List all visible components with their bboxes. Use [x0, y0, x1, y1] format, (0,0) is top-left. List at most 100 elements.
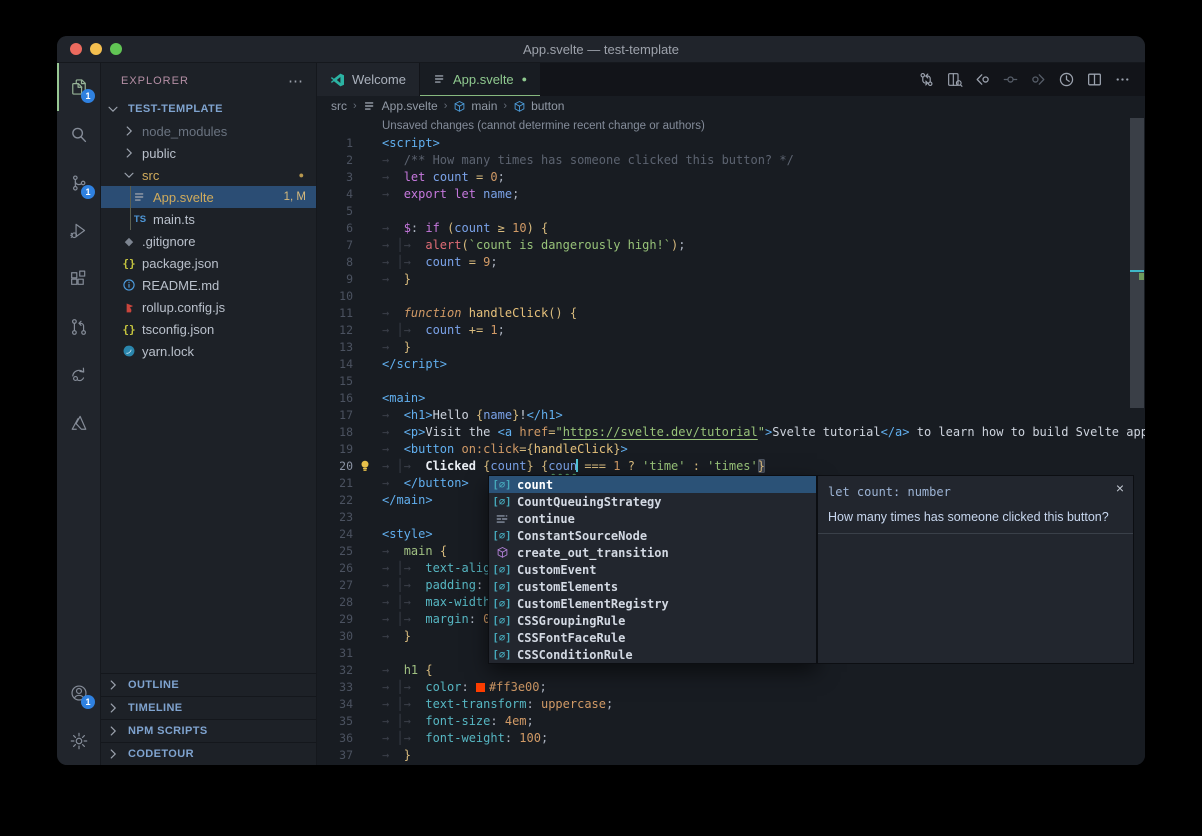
modified-dot-badge: ● [299, 170, 304, 180]
code-line[interactable]: 11→ function handleClick() { [317, 305, 1145, 322]
tree-item-public[interactable]: public [101, 142, 316, 164]
tab-app-svelte[interactable]: App.svelte● [420, 63, 540, 96]
suggest-item-customelements[interactable]: [∅]customElements [489, 578, 816, 595]
more-actions-icon[interactable]: ⋯ [288, 72, 304, 90]
line-number: 26 [317, 560, 353, 577]
zoom-window-button[interactable] [110, 43, 122, 55]
code-line[interactable]: 7→ │→ alert(`count is dangerously high!`… [317, 237, 1145, 254]
code-line[interactable]: 16<main> [317, 390, 1145, 407]
traffic-lights [70, 43, 122, 55]
activity-item-accounts[interactable]: 1 [57, 669, 100, 717]
tree-item-rollup-config-js[interactable]: rollup.config.js [101, 296, 316, 318]
code-text: → } [353, 747, 411, 764]
close-window-button[interactable] [70, 43, 82, 55]
file-lines-icon [433, 72, 447, 86]
tab-welcome[interactable]: Welcome [317, 63, 420, 96]
code-line[interactable]: 10 [317, 288, 1145, 305]
navigate-back-icon[interactable] [970, 67, 995, 92]
lightbulb-icon[interactable] [358, 459, 373, 474]
suggest-item-cssgroupingrule[interactable]: [∅]CSSGroupingRule [489, 612, 816, 629]
project-root-row[interactable]: TEST-TEMPLATE [101, 98, 316, 120]
tree-item-node-modules[interactable]: node_modules [101, 120, 316, 142]
code-line[interactable]: 33→ │→ color: #ff3e00; [317, 679, 1145, 696]
sidebar-section-codetour[interactable]: CODETOUR [101, 742, 316, 765]
code-line[interactable]: 4→ export let name; [317, 186, 1145, 203]
suggest-item-customelementregistry[interactable]: [∅]CustomElementRegistry [489, 595, 816, 612]
code-line[interactable]: 12→ │→ count += 1; [317, 322, 1145, 339]
variable-icon: [∅] [492, 632, 512, 644]
code-line[interactable]: 18→ <p>Visit the <a href="https://svelte… [317, 424, 1145, 441]
code-line[interactable]: 8→ │→ count = 9; [317, 254, 1145, 271]
tree-item-readme-md[interactable]: README.md [101, 274, 316, 296]
title-bar[interactable]: App.svelte — test-template [57, 36, 1145, 63]
code-line[interactable]: 14</script> [317, 356, 1145, 373]
code-line[interactable]: 32→ h1 { [317, 662, 1145, 679]
code-line[interactable]: 17→ <h1>Hello {name}!</h1> [317, 407, 1145, 424]
sidebar-spacer [101, 362, 316, 673]
activity-item-github-pull-request[interactable] [57, 303, 100, 351]
tree-item-package-json[interactable]: {}package.json [101, 252, 316, 274]
breadcrumb-item-app-svelte[interactable]: App.svelte [363, 99, 438, 113]
tree-item-app-svelte[interactable]: App.svelte1, M [101, 186, 316, 208]
code-line[interactable]: 34→ │→ text-transform: uppercase; [317, 696, 1145, 713]
activity-item-live-share[interactable] [57, 351, 100, 399]
split-editor-icon[interactable] [1082, 67, 1107, 92]
suggest-item-customevent[interactable]: [∅]CustomEvent [489, 561, 816, 578]
tree-item-main-ts[interactable]: TSmain.ts [101, 208, 316, 230]
tree-item-tsconfig-json[interactable]: {}tsconfig.json [101, 318, 316, 340]
sidebar-section-npm-scripts[interactable]: NPM SCRIPTS [101, 719, 316, 742]
code-line[interactable]: 3→ let count = 0; [317, 169, 1145, 186]
code-line[interactable]: 35→ │→ font-size: 4em; [317, 713, 1145, 730]
code-line[interactable]: 9→ } [317, 271, 1145, 288]
activity-item-explorer[interactable]: 1 [57, 63, 100, 111]
suggest-item-countqueuingstrategy[interactable]: [∅]CountQueuingStrategy [489, 493, 816, 510]
tree-item-label: package.json [142, 256, 219, 271]
close-icon[interactable]: × [1116, 481, 1124, 495]
more-actions-icon[interactable] [1110, 67, 1135, 92]
code-text: → <h1>Hello {name}!</h1> [353, 407, 563, 424]
breadcrumb-item-src[interactable]: src [331, 99, 347, 113]
tree-item-src[interactable]: src● [101, 164, 316, 186]
run-or-debug-icon[interactable] [1054, 67, 1079, 92]
open-changes-icon[interactable] [942, 67, 967, 92]
chevron-right-icon [121, 123, 137, 139]
code-line[interactable]: 20→ │→ Clicked {count} {coun === 1 ? 'ti… [317, 458, 1145, 475]
activity-item-search[interactable] [57, 111, 100, 159]
navigate-previous-icon[interactable] [998, 67, 1023, 92]
code-line[interactable]: 19→ <button on:click={handleClick}> [317, 441, 1145, 458]
tree-item--gitignore[interactable]: ◆.gitignore [101, 230, 316, 252]
variable-icon: [∅] [492, 615, 512, 627]
gitlens-annotation-line[interactable]: Unsaved changes (cannot determine recent… [317, 118, 1145, 135]
editor-content[interactable]: Unsaved changes (cannot determine recent… [317, 116, 1145, 765]
suggest-item-cssconditionrule[interactable]: [∅]CSSConditionRule [489, 646, 816, 663]
sidebar-section-timeline[interactable]: TIMELINE [101, 696, 316, 719]
code-line[interactable]: 6→ $: if (count ≥ 10) { [317, 220, 1145, 237]
activity-item-extensions[interactable] [57, 255, 100, 303]
navigate-forward-icon[interactable] [1026, 67, 1051, 92]
scrollbar-thumb[interactable] [1130, 118, 1144, 408]
sidebar-section-outline[interactable]: OUTLINE [101, 673, 316, 696]
git-compare-icon[interactable] [914, 67, 939, 92]
code-line[interactable]: 36→ │→ font-weight: 100; [317, 730, 1145, 747]
suggest-item-create-out-transition[interactable]: create_out_transition [489, 544, 816, 561]
breadcrumb-item-button[interactable]: button [513, 99, 564, 113]
suggest-item-cssfontfacerule[interactable]: [∅]CSSFontFaceRule [489, 629, 816, 646]
activity-item-azure[interactable] [57, 399, 100, 447]
tree-item-label: yarn.lock [142, 344, 194, 359]
code-line[interactable]: 5 [317, 203, 1145, 220]
activity-item-source-control[interactable]: 1 [57, 159, 100, 207]
code-line[interactable]: 1<script> [317, 135, 1145, 152]
vertical-scrollbar[interactable] [1130, 116, 1144, 765]
minimize-window-button[interactable] [90, 43, 102, 55]
code-line[interactable]: 2→ /** How many times has someone clicke… [317, 152, 1145, 169]
tree-item-yarn-lock[interactable]: yarn.lock [101, 340, 316, 362]
code-line[interactable]: 13→ } [317, 339, 1145, 356]
suggest-item-count[interactable]: [∅]count [489, 476, 816, 493]
activity-item-run-debug[interactable] [57, 207, 100, 255]
activity-item-settings[interactable] [57, 717, 100, 765]
code-line[interactable]: 15 [317, 373, 1145, 390]
breadcrumb-item-main[interactable]: main [453, 99, 497, 113]
suggest-item-continue[interactable]: continue [489, 510, 816, 527]
suggest-item-constantsourcenode[interactable]: [∅]ConstantSourceNode [489, 527, 816, 544]
code-line[interactable]: 37→ } [317, 747, 1145, 764]
